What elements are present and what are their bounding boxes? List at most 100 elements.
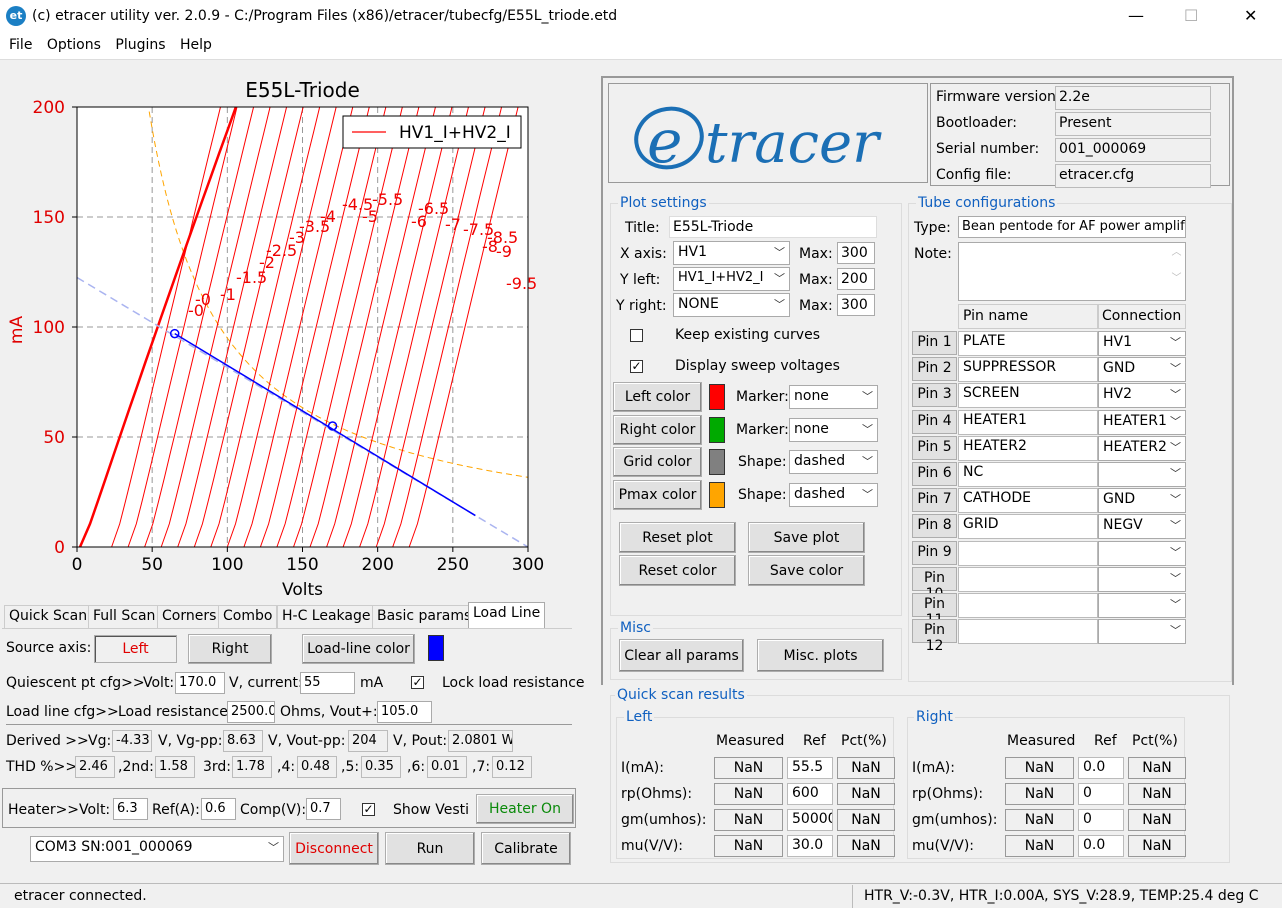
save-plot-button[interactable]: Save plot: [748, 522, 865, 553]
pin-button[interactable]: Pin 8: [912, 514, 957, 539]
pin-connection-select[interactable]: ﹀: [1098, 619, 1186, 645]
pin-button[interactable]: Pin 10: [912, 566, 957, 602]
tube-type-input[interactable]: Bean pentode for AF power amplif: [958, 216, 1186, 238]
pin-connection-select[interactable]: ﹀: [1098, 566, 1186, 592]
pin-name-cell[interactable]: [958, 619, 1098, 645]
menu-file[interactable]: File: [4, 34, 37, 56]
quiescent-volt-spinbox[interactable]: 170.0: [175, 672, 225, 694]
menu-options[interactable]: Options: [42, 34, 106, 56]
title-input[interactable]: E55L-Triode: [669, 216, 877, 238]
heater-ref-input[interactable]: 0.6: [201, 798, 236, 820]
qs-ref-input[interactable]: 0: [1078, 783, 1124, 805]
minimize-button[interactable]: —: [1128, 6, 1144, 25]
right-axis-button[interactable]: Right: [188, 634, 272, 664]
reset-plot-button[interactable]: Reset plot: [619, 522, 736, 553]
tab-basic-params[interactable]: Basic params: [372, 605, 477, 628]
right-color-button[interactable]: Right color: [613, 415, 702, 445]
y-left-max-input[interactable]: 200: [837, 268, 875, 290]
maximize-button[interactable]: ☐: [1184, 6, 1198, 25]
load-resistance-input[interactable]: 2500.0: [227, 701, 275, 723]
note-textarea[interactable]: [958, 242, 1186, 301]
y-left-select[interactable]: HV1_I+HV2_I ﹀: [673, 267, 790, 291]
note-scrollbar[interactable]: ︿ ﹀: [1168, 243, 1185, 300]
qs-ref-input[interactable]: 0: [1078, 809, 1124, 831]
pin-name-cell[interactable]: HEATER1: [958, 409, 1098, 435]
menu-help[interactable]: Help: [175, 34, 217, 56]
calibrate-button[interactable]: Calibrate: [481, 832, 571, 865]
pin-connection-select[interactable]: HEATER1 ﹀: [1098, 409, 1186, 435]
pin-button[interactable]: Pin 6: [912, 462, 957, 486]
tab-full-scan[interactable]: Full Scan: [88, 605, 161, 628]
tab-load-line[interactable]: Load Line: [468, 602, 546, 629]
load-line-color-button[interactable]: Load-line color: [302, 634, 415, 664]
heater-volt-input[interactable]: 6.3: [113, 798, 148, 820]
disconnect-button[interactable]: Disconnect: [289, 832, 379, 865]
x-axis-select[interactable]: HV1 ﹀: [673, 241, 790, 265]
misc-plots-button[interactable]: Misc. plots: [757, 639, 884, 672]
save-color-button[interactable]: Save color: [748, 555, 865, 586]
pin-connection-select[interactable]: GND ﹀: [1098, 357, 1186, 383]
tab-quick-scan[interactable]: Quick Scan: [4, 605, 93, 628]
pin-name-cell[interactable]: SCREEN: [958, 383, 1098, 409]
pin-name-cell[interactable]: [958, 540, 1098, 566]
close-button[interactable]: ✕: [1244, 6, 1257, 25]
quiescent-current-spinbox[interactable]: 55: [300, 672, 355, 694]
display-sweep-checkbox[interactable]: ✓: [630, 360, 643, 373]
qs-ref-input[interactable]: 600: [787, 783, 833, 805]
qs-ref-input[interactable]: 30.0: [787, 835, 833, 857]
pmax-color-button[interactable]: Pmax color: [613, 480, 702, 510]
pin-connection-select[interactable]: ﹀: [1098, 462, 1186, 487]
pin-name-cell[interactable]: SUPPRESSOR: [958, 357, 1098, 383]
left-axis-button[interactable]: Left: [94, 635, 177, 663]
qs-ref-input[interactable]: 0.0: [1078, 757, 1124, 779]
pin-name-cell[interactable]: HEATER2: [958, 435, 1098, 461]
tab-combo[interactable]: Combo: [218, 605, 278, 628]
y-right-max-input[interactable]: 300: [837, 294, 875, 316]
pin-connection-select[interactable]: ﹀: [1098, 540, 1186, 566]
pin-connection-select[interactable]: HV2 ﹀: [1098, 383, 1186, 409]
pin-connection-select[interactable]: GND ﹀: [1098, 488, 1186, 514]
lock-load-resistance-checkbox[interactable]: ✓: [411, 676, 424, 689]
pin-button[interactable]: Pin 4: [912, 409, 957, 434]
pin-button[interactable]: Pin 12: [912, 619, 957, 654]
grid-color-button[interactable]: Grid color: [613, 447, 702, 477]
pin-connection-select[interactable]: ﹀: [1098, 593, 1186, 618]
heater-on-button[interactable]: Heater On: [476, 794, 574, 824]
run-button[interactable]: Run: [385, 832, 475, 865]
com-port-select[interactable]: COM3 SN:001_000069 ﹀: [30, 836, 284, 862]
pin-button[interactable]: Pin 3: [912, 383, 957, 408]
vout-spinbox[interactable]: 105.0: [377, 701, 432, 723]
keep-curves-checkbox[interactable]: [630, 329, 643, 342]
left-marker-select[interactable]: none ﹀: [789, 385, 878, 409]
pin-connection-select[interactable]: HEATER2 ﹀: [1098, 435, 1186, 461]
qs-ref-input[interactable]: 0.0: [1078, 835, 1124, 857]
pin-button[interactable]: Pin 9: [912, 540, 957, 565]
pin-name-cell[interactable]: [958, 566, 1098, 592]
qs-ref-input[interactable]: 50000: [787, 809, 833, 831]
show-vesti-checkbox[interactable]: ✓: [362, 803, 375, 816]
pin-button[interactable]: Pin 11: [912, 593, 957, 628]
x-max-input[interactable]: 300: [837, 242, 875, 264]
y-right-select[interactable]: NONE ﹀: [673, 293, 790, 317]
grid-shape-select[interactable]: dashed ﹀: [789, 450, 878, 474]
pin-connection-select[interactable]: HV1 ﹀: [1098, 331, 1186, 356]
pin-button[interactable]: Pin 7: [912, 488, 957, 513]
clear-all-params-button[interactable]: Clear all params: [619, 639, 744, 672]
heater-comp-input[interactable]: 0.7: [306, 798, 341, 820]
qs-ref-input[interactable]: 55.5: [787, 757, 833, 779]
pin-button[interactable]: Pin 2: [912, 357, 957, 382]
reset-color-button[interactable]: Reset color: [619, 555, 736, 586]
pin-name-cell[interactable]: [958, 593, 1098, 618]
right-marker-select[interactable]: none ﹀: [789, 418, 878, 442]
menu-plugins[interactable]: Plugins: [110, 34, 170, 56]
pin-name-cell[interactable]: GRID: [958, 514, 1098, 540]
pin-button[interactable]: Pin 5: [912, 435, 957, 460]
tab-hc-leakage[interactable]: H-C Leakage: [277, 605, 376, 628]
pmax-shape-select[interactable]: dashed ﹀: [789, 483, 878, 507]
left-color-button[interactable]: Left color: [613, 382, 702, 412]
pin-name-cell[interactable]: CATHODE: [958, 488, 1098, 514]
pin-connection-select[interactable]: NEGV ﹀: [1098, 514, 1186, 540]
pin-name-cell[interactable]: NC: [958, 462, 1098, 487]
tab-corners[interactable]: Corners: [157, 605, 222, 628]
pin-name-cell[interactable]: PLATE: [958, 331, 1098, 356]
